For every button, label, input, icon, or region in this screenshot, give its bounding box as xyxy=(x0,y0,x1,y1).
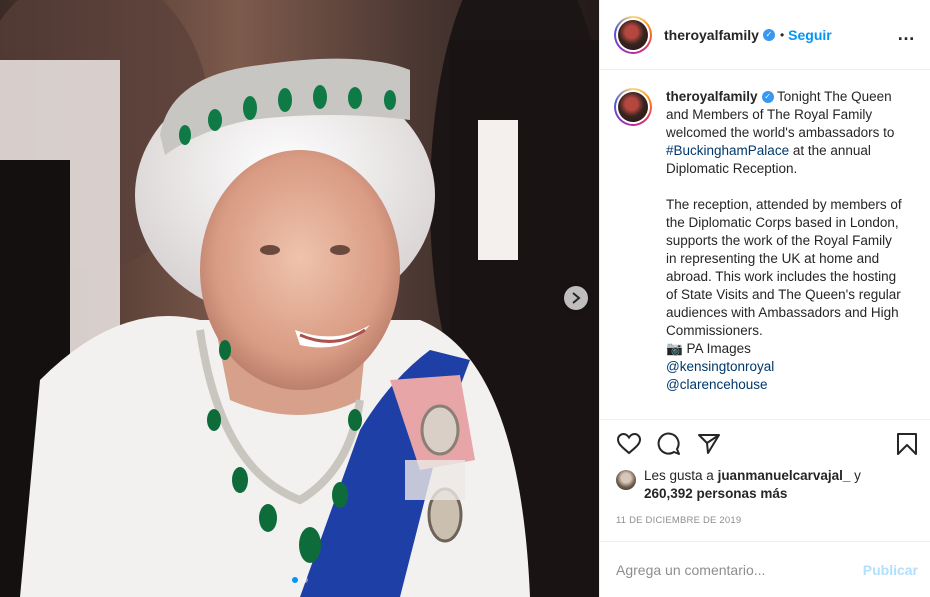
caption-text-2: at the annual Diplomatic Reception. The … xyxy=(666,143,902,356)
action-bar xyxy=(600,419,930,467)
verified-badge-icon: ✓ xyxy=(761,91,774,104)
post-header: theroyalfamily ✓ • Seguir … xyxy=(600,0,930,70)
comment-box: Publicar xyxy=(600,541,930,597)
post-sidebar: theroyalfamily ✓ • Seguir … theroyalfami… xyxy=(599,0,930,597)
comment-input[interactable] xyxy=(616,561,863,578)
comment-icon xyxy=(657,432,680,455)
more-options-icon[interactable]: … xyxy=(897,24,916,45)
likes-text: Les gusta a juanmanuelcarvajal_ y 260,39… xyxy=(644,467,861,509)
header-username[interactable]: theroyalfamily xyxy=(664,27,759,43)
publish-button[interactable]: Publicar xyxy=(863,562,918,578)
caption-username[interactable]: theroyalfamily xyxy=(666,89,758,104)
avatar-image xyxy=(618,19,648,50)
hashtag-link[interactable]: #BuckinghamPalace xyxy=(666,143,789,158)
liker-username[interactable]: juanmanuelcarvajal_ xyxy=(718,468,851,483)
comment-button[interactable] xyxy=(656,431,682,457)
bookmark-icon xyxy=(897,432,917,455)
instagram-post: theroyalfamily ✓ • Seguir … theroyalfami… xyxy=(0,0,930,597)
save-button[interactable] xyxy=(894,431,920,457)
avatar[interactable] xyxy=(614,15,652,54)
liker-avatar[interactable] xyxy=(616,470,636,490)
carousel-dots xyxy=(0,577,599,583)
heart-icon xyxy=(617,432,641,454)
separator: • xyxy=(779,27,785,42)
carousel-dot-active xyxy=(291,577,298,583)
carousel-dot xyxy=(301,577,308,583)
likes-prefix: Les gusta a xyxy=(644,468,718,483)
post-date[interactable]: 11 DE DICIEMBRE DE 2019 xyxy=(600,509,930,541)
follow-button[interactable]: Seguir xyxy=(788,27,832,43)
likes-middle: y xyxy=(850,468,861,483)
likes-section: Les gusta a juanmanuelcarvajal_ y 260,39… xyxy=(600,467,930,509)
mention-link-clarencehouse[interactable]: @clarencehouse xyxy=(666,377,768,392)
post-image[interactable] xyxy=(0,0,599,597)
paper-plane-icon xyxy=(698,433,720,454)
caption-avatar[interactable] xyxy=(614,88,652,126)
next-image-button[interactable] xyxy=(564,286,588,310)
chevron-right-icon xyxy=(572,292,581,304)
share-button[interactable] xyxy=(696,431,722,457)
caption: theroyalfamily ✓ Tonight The Queen and Me… xyxy=(666,88,906,419)
caption-section: theroyalfamily ✓ Tonight The Queen and Me… xyxy=(600,70,930,419)
like-button[interactable] xyxy=(616,431,642,457)
likes-count[interactable]: 260,392 personas más xyxy=(644,486,787,501)
queen-photo xyxy=(0,0,599,597)
avatar-image xyxy=(618,92,648,122)
verified-badge-icon: ✓ xyxy=(762,28,775,41)
mention-link-kensingtonroyal[interactable]: @kensingtonroyal xyxy=(666,359,774,374)
